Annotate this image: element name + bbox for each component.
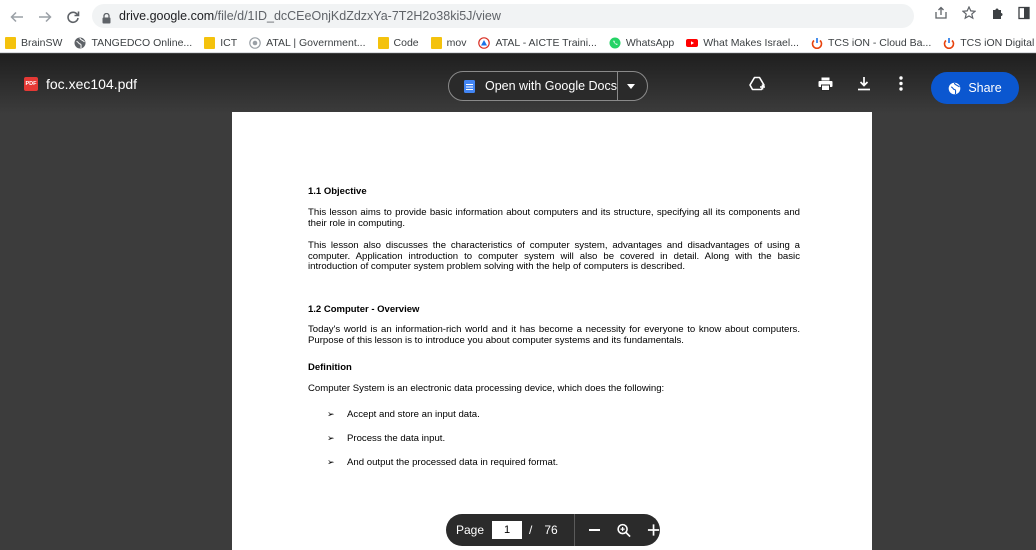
open-with-button[interactable]: Open with Google Docs [448,71,648,101]
open-with-divider [617,72,618,100]
bookmark-label: ATAL | Government... [266,36,366,49]
bookmark-label: TCS iON - Cloud Ba... [827,36,932,49]
bookmark-label: Code [393,36,419,49]
arrow-bullet-icon: ➢ [327,457,335,467]
print-icon[interactable] [818,77,833,91]
address-bar-actions [934,6,1030,20]
open-with-label: Open with Google Docs [485,79,618,93]
zoom-in-button[interactable] [647,523,660,537]
reload-button[interactable] [62,6,84,28]
lock-icon [102,11,111,23]
google-docs-icon [464,79,475,93]
zoom-reset-icon[interactable] [617,523,631,538]
list-item: ➢ Process the data input. [327,433,445,444]
bookmark-youtube[interactable]: What Makes Israel... [686,37,799,49]
youtube-icon [686,38,699,47]
reload-icon [67,10,80,23]
globe-icon [74,37,86,48]
share-label: Share [968,81,1002,95]
pdf-file-icon: PDF [24,77,38,91]
bookmark-atal-aicte[interactable]: ATAL - AICTE Traini... [478,36,597,49]
viewer-header: PDF foc.xec104.pdf Open with Google Docs… [0,54,1036,114]
url-host: drive.google.com [119,9,215,23]
forward-button[interactable] [34,6,56,28]
file-title: PDF foc.xec104.pdf [24,76,137,92]
list-item: ➢ Accept and store an input data. [327,409,480,420]
bookmark-atal-government[interactable]: ATAL | Government... [249,36,366,49]
bookmark-tcs-ion-cloud[interactable]: TCS iON - Cloud Ba... [811,37,931,49]
pdf-page: 1.1 Objective This lesson aims to provid… [232,112,872,550]
bookmarks-bar: BrainSW TANGEDCO Online... ICT ATAL | Go… [0,33,1036,53]
bookmark-mov[interactable]: mov [430,36,467,49]
paragraph-overview: Today's world is an information-rich wor… [308,324,800,346]
share-page-icon[interactable] [934,6,948,20]
paragraph-objective-2: This lesson also discusses the character… [308,240,800,273]
folder-icon [430,36,442,49]
add-to-drive-icon[interactable] [749,76,766,92]
browser-toolbar: drive.google.com/file/d/1ID_dcCEeOnjKdZd… [0,0,1036,33]
page-label: Page [456,523,485,537]
arrow-right-icon [39,11,52,22]
bookmark-label: TCS iON Digital Lea... [960,36,1036,49]
page-separator: / [529,523,533,537]
list-item-text: Accept and store an input data. [347,409,480,420]
bookmark-label: TANGEDCO Online... [91,36,193,49]
section-heading-overview: 1.2 Computer - Overview [308,304,420,315]
globe-icon [949,82,961,94]
bookmark-code[interactable]: Code [377,36,419,49]
arrow-bullet-icon: ➢ [327,409,335,419]
file-name: foc.xec104.pdf [46,76,138,92]
url-text: drive.google.com/file/d/1ID_dcCEeOnjKdZd… [119,9,501,23]
bookmark-ict[interactable]: ICT [204,36,238,49]
page-number-input[interactable] [492,521,523,539]
url-path: /file/d/1ID_dcCEeOnjKdZdzxYa-7T2H2o38ki5… [214,9,501,23]
more-options-icon[interactable] [899,76,903,91]
bookmark-label: WhatsApp [625,36,675,49]
page-total: 76 [544,523,558,537]
list-item-text: Process the data input. [347,433,446,444]
seal-icon [249,36,261,49]
folder-icon [377,36,389,49]
bookmark-label: BrainSW [21,36,63,49]
bookmark-label: mov [446,36,467,49]
arrow-bullet-icon: ➢ [327,433,335,443]
star-icon[interactable] [962,6,976,20]
back-button[interactable] [6,6,28,28]
address-bar[interactable]: drive.google.com/file/d/1ID_dcCEeOnjKdZd… [92,4,914,28]
folder-icon [5,36,16,49]
side-panel-icon[interactable] [1018,6,1030,20]
tcs-ion-icon [811,37,823,49]
page-navigator: Page / 76 [446,514,660,546]
bookmark-tcs-ion-digital[interactable]: TCS iON Digital Lea... [943,37,1036,49]
zoom-out-button[interactable] [588,529,600,531]
bookmark-whatsapp[interactable]: WhatsApp [609,37,674,49]
pager-divider [573,514,575,546]
subheading-definition: Definition [308,362,352,373]
paragraph-objective-1: This lesson aims to provide basic inform… [308,207,800,229]
section-heading-objective: 1.1 Objective [308,186,367,197]
paragraph-definition: Computer System is an electronic data pr… [308,383,665,394]
arrow-left-icon [10,11,23,22]
bookmark-tangedco[interactable]: TANGEDCO Online... [74,37,192,49]
bookmark-label: What Makes Israel... [703,36,799,49]
list-item-text: And output the processed data in require… [347,457,559,468]
download-icon[interactable] [857,76,871,91]
list-item: ➢ And output the processed data in requi… [327,457,558,468]
tcs-ion-icon [943,37,955,49]
whatsapp-icon [609,37,621,48]
bookmark-label: ATAL - AICTE Traini... [495,36,597,49]
bookmark-brainsw[interactable]: BrainSW [5,36,63,49]
bookmark-label: ICT [220,36,238,49]
folder-icon [204,36,216,49]
aicte-icon [478,36,491,49]
share-button[interactable]: Share [931,72,1019,104]
extensions-icon[interactable] [990,6,1004,20]
chevron-down-icon[interactable] [627,84,635,89]
